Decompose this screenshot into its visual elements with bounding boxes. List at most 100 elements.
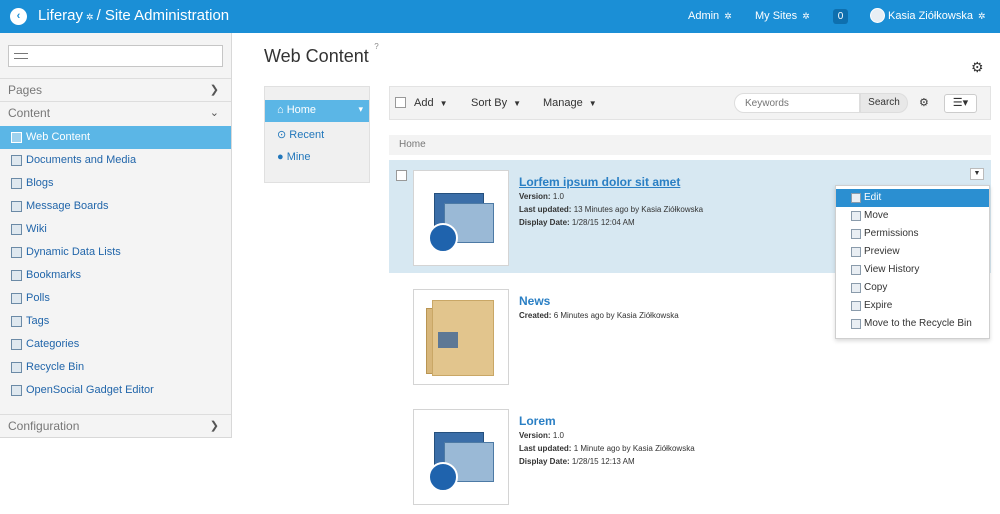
sidebar-item-blogs[interactable]: Blogs — [0, 172, 231, 195]
manage-button[interactable]: Manage ▼ — [543, 97, 597, 109]
menu-item-move-to-recycle-bin[interactable]: Move to the Recycle Bin — [836, 315, 989, 333]
page-title: Web Content ? — [264, 42, 379, 67]
documents-icon — [11, 155, 22, 166]
caret-down-icon[interactable]: ▾ — [358, 104, 363, 115]
sidebar-item-label: Bookmarks — [26, 269, 82, 281]
display-label: Display Date: — [519, 218, 570, 227]
menu-item-edit[interactable]: Edit — [836, 189, 989, 207]
sidebar-item-polls[interactable]: Polls — [0, 287, 231, 310]
history-icon — [851, 265, 861, 275]
my-sites-label: My Sites — [755, 10, 798, 22]
configuration-label: Configuration — [8, 419, 80, 433]
folder-thumbnail[interactable] — [413, 289, 509, 385]
sidebar-item-label: Message Boards — [26, 200, 109, 212]
help-icon[interactable]: ? — [374, 42, 378, 51]
gear-icon[interactable]: ⚙ — [919, 96, 929, 109]
admin-menu[interactable]: Admin ✲ — [688, 10, 732, 22]
entry-last-updated: Last updated: 13 Minutes ago by Kasia Zi… — [519, 205, 703, 214]
blogs-icon — [11, 178, 22, 189]
nav-mine[interactable]: ● Mine — [265, 147, 369, 169]
menu-item-copy[interactable]: Copy — [836, 279, 989, 297]
globe-icon — [428, 223, 458, 253]
notifications-badge[interactable]: 0 — [833, 9, 848, 24]
select-all-checkbox[interactable] — [395, 97, 406, 108]
sidebar-item-label: Recycle Bin — [26, 361, 85, 373]
updated-label: Last updated: — [519, 205, 572, 214]
edit-icon — [851, 193, 861, 203]
brand-link[interactable]: Liferay — [38, 7, 83, 24]
updated-label: Last updated: — [519, 444, 572, 453]
menu-item-label: Move — [864, 210, 889, 221]
copy-icon — [851, 283, 861, 293]
avatar[interactable] — [870, 8, 885, 23]
menu-item-expire[interactable]: Expire — [836, 297, 989, 315]
add-button[interactable]: Add ▼ — [414, 97, 448, 109]
nav-home-label: Home — [286, 104, 317, 116]
sidebar-item-documents-and-media[interactable]: Documents and Media — [0, 149, 231, 172]
sidebar-item-message-boards[interactable]: Message Boards — [0, 195, 231, 218]
sidebar-item-categories[interactable]: Categories — [0, 333, 231, 356]
sidebar-section-pages[interactable]: Pages ❯ — [0, 78, 231, 101]
move-icon — [851, 211, 861, 221]
recycle-bin-icon — [11, 362, 22, 373]
menu-item-permissions[interactable]: Permissions — [836, 225, 989, 243]
entry-display-date: Display Date: 1/28/15 12:13 AM — [519, 457, 635, 466]
entry-title-link[interactable]: Lorfem ipsum dolor sit amet — [519, 175, 680, 189]
entry-checkbox[interactable] — [396, 170, 407, 181]
menu-item-view-history[interactable]: View History — [836, 261, 989, 279]
message-boards-icon — [11, 201, 22, 212]
sidebar-item-web-content[interactable]: Web Content — [0, 126, 231, 149]
sidebar-search-input[interactable] — [8, 45, 223, 67]
sidebar-item-opensocial-gadget-editor[interactable]: OpenSocial Gadget Editor — [0, 379, 231, 402]
sidebar-item-dynamic-data-lists[interactable]: Dynamic Data Lists — [0, 241, 231, 264]
breadcrumb-home[interactable]: Home — [399, 139, 426, 150]
sidebar-item-tags[interactable]: Tags — [0, 310, 231, 333]
menu-item-move[interactable]: Move — [836, 207, 989, 225]
sidebar-item-bookmarks[interactable]: Bookmarks — [0, 264, 231, 287]
web-content-thumbnail[interactable] — [413, 409, 509, 505]
list-item[interactable]: Lorem Version: 1.0 Last updated: 1 Minut… — [389, 399, 991, 511]
clock-icon: ⊙ — [277, 129, 290, 141]
sidebar-item-label: Blogs — [26, 177, 54, 189]
user-menu[interactable]: Kasia Ziółkowska ✲ — [888, 10, 986, 22]
created-value: 6 Minutes ago by Kasia Ziółkowska — [553, 311, 679, 320]
display-style-button[interactable]: ☰▾ — [944, 94, 977, 113]
version-label: Version: — [519, 431, 551, 440]
menu-item-label: Expire — [864, 300, 893, 311]
entry-display-date: Display Date: 1/28/15 12:04 AM — [519, 218, 635, 227]
sort-by-button[interactable]: Sort By ▼ — [471, 97, 521, 109]
sidebar-section-configuration[interactable]: Configuration ❯ — [0, 414, 231, 437]
section-title: Site Administration — [104, 7, 230, 24]
admin-label: Admin — [688, 10, 720, 22]
entry-title-link[interactable]: News — [519, 294, 550, 308]
menu-item-preview[interactable]: Preview — [836, 243, 989, 261]
nav-home[interactable]: ⌂ Home ▾ — [265, 100, 369, 122]
globe-icon — [428, 462, 458, 492]
management-toolbar: Add ▼ Sort By ▼ Manage ▼ Search ⚙ ☰▾ — [389, 86, 991, 120]
tags-icon — [11, 316, 22, 327]
back-icon[interactable]: ‹ — [10, 8, 27, 25]
display-label: Display Date: — [519, 457, 570, 466]
add-label: Add — [414, 97, 434, 109]
my-sites-menu[interactable]: My Sites ✲ — [755, 10, 810, 22]
sidebar-item-label: Tags — [26, 315, 50, 327]
sort-by-label: Sort By — [471, 97, 508, 109]
settings-gear-icon[interactable]: ⚙ — [971, 59, 984, 76]
keywords-input[interactable] — [734, 93, 860, 113]
entry-title-link[interactable]: Lorem — [519, 414, 556, 428]
sidebar-item-recycle-bin[interactable]: Recycle Bin — [0, 356, 231, 379]
sidebar-section-content[interactable]: Content ⌄ — [0, 101, 231, 124]
menu-item-label: Permissions — [864, 228, 919, 239]
expire-icon — [851, 301, 861, 311]
web-content-thumbnail[interactable] — [413, 170, 509, 266]
sidebar-item-wiki[interactable]: Wiki — [0, 218, 231, 241]
my-sites-gear-icon: ✲ — [802, 11, 810, 21]
sidebar-item-label: Categories — [26, 338, 80, 350]
nav-recent[interactable]: ⊙ Recent — [265, 124, 369, 146]
search-button[interactable]: Search — [860, 93, 908, 113]
gear-icon[interactable]: ✲ — [86, 12, 94, 22]
row-actions-toggle[interactable]: ▼ — [970, 168, 984, 180]
entry-created: Created: 6 Minutes ago by Kasia Ziółkows… — [519, 311, 679, 320]
chevron-down-icon: ⌄ — [209, 107, 219, 119]
permissions-icon — [851, 229, 861, 239]
